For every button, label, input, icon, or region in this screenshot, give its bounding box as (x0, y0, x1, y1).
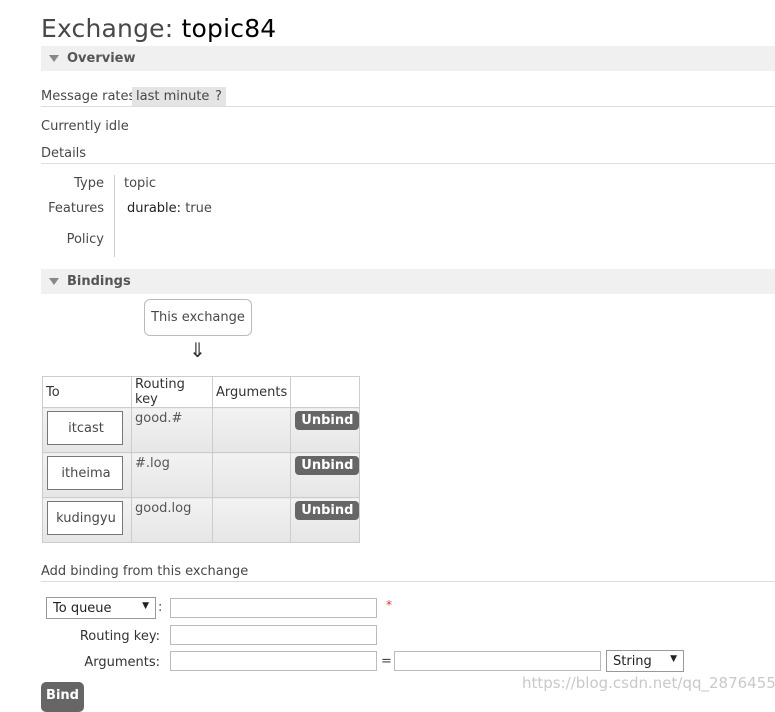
help-button[interactable]: ? (211, 87, 226, 106)
unbind-button[interactable]: Unbind (295, 456, 360, 475)
title-prefix: Exchange: (41, 14, 174, 43)
divider (41, 106, 775, 107)
watermark: https://blog.csdn.net/qq_28764557 (522, 674, 775, 692)
this-exchange-box: This exchange (144, 299, 252, 336)
collapse-triangle-icon (49, 55, 59, 62)
table-header-row: To Routing key Arguments (42, 376, 361, 408)
bind-button[interactable]: Bind (41, 682, 84, 712)
exchange-name: topic84 (181, 14, 277, 43)
overview-title: Overview (67, 51, 136, 66)
add-binding-heading: Add binding from this exchange (41, 564, 249, 579)
dropdown-arrow-icon: ▼ (142, 601, 149, 611)
page-title: Exchange: topic84 (41, 14, 276, 43)
type-label: Type (74, 176, 104, 191)
feature-value: true (185, 201, 212, 216)
arguments-label: Arguments: (84, 655, 160, 670)
destination-input[interactable] (170, 598, 377, 618)
divider (41, 581, 775, 582)
argument-type-select[interactable]: String ▼ (606, 650, 684, 672)
queue-name: kudingyu (56, 510, 116, 526)
type-value: topic (124, 176, 157, 191)
table-row: itheima #.log Unbind (42, 452, 361, 498)
this-exchange-label: This exchange (151, 310, 245, 325)
routing-key-label: Routing key: (79, 629, 160, 644)
down-arrow-icon: ⇓ (189, 338, 206, 362)
bindings-title: Bindings (67, 274, 131, 289)
policy-label: Policy (66, 232, 104, 247)
queue-name: itcast (68, 420, 104, 436)
queue-name: itheima (61, 465, 111, 481)
table-row: itcast good.# Unbind (42, 407, 361, 453)
column-header-actions (290, 376, 361, 408)
destination-type-select[interactable]: To queue ▼ (46, 597, 156, 619)
column-header-to: To (42, 376, 132, 408)
details-heading: Details (41, 146, 87, 161)
collapse-triangle-icon (49, 278, 59, 285)
equals-sign: = (381, 654, 392, 669)
feature-key: durable: (127, 201, 182, 216)
column-header-arguments: Arguments (211, 376, 292, 408)
features-label: Features (48, 201, 104, 216)
features-value: durable: true (127, 201, 212, 216)
unbind-button[interactable]: Unbind (295, 411, 360, 430)
routing-key-cell: good.log (135, 501, 192, 516)
queue-link[interactable]: itheima (47, 456, 123, 490)
argument-key-input[interactable] (170, 651, 377, 671)
dropdown-arrow-icon: ▼ (670, 654, 677, 664)
routing-key-input[interactable] (170, 625, 377, 645)
bind-button-label: Bind (46, 688, 79, 703)
table-row: kudingyu good.log Unbind (42, 497, 361, 543)
destination-type-value: To queue (53, 600, 112, 616)
queue-link[interactable]: kudingyu (47, 501, 123, 535)
routing-key-cell: good.# (135, 411, 183, 426)
colon: : (158, 600, 163, 615)
unbind-button[interactable]: Unbind (295, 501, 360, 520)
column-header-routing-key: Routing key (131, 376, 213, 408)
argument-value-input[interactable] (394, 651, 601, 671)
routing-key-cell: #.log (135, 456, 170, 471)
bindings-table: To Routing key Arguments itcast good.# U… (42, 376, 361, 543)
rate-period-button[interactable]: last minute (132, 87, 214, 106)
required-asterisk: * (386, 598, 392, 612)
argument-type-value: String (613, 653, 652, 669)
divider (41, 163, 775, 164)
status-text: Currently idle (41, 119, 129, 134)
bindings-section-header[interactable]: Bindings (41, 269, 775, 294)
queue-link[interactable]: itcast (47, 411, 123, 445)
message-rates-label: Message rates (41, 89, 136, 104)
overview-section-header[interactable]: Overview (41, 46, 775, 71)
details-separator (114, 175, 115, 257)
